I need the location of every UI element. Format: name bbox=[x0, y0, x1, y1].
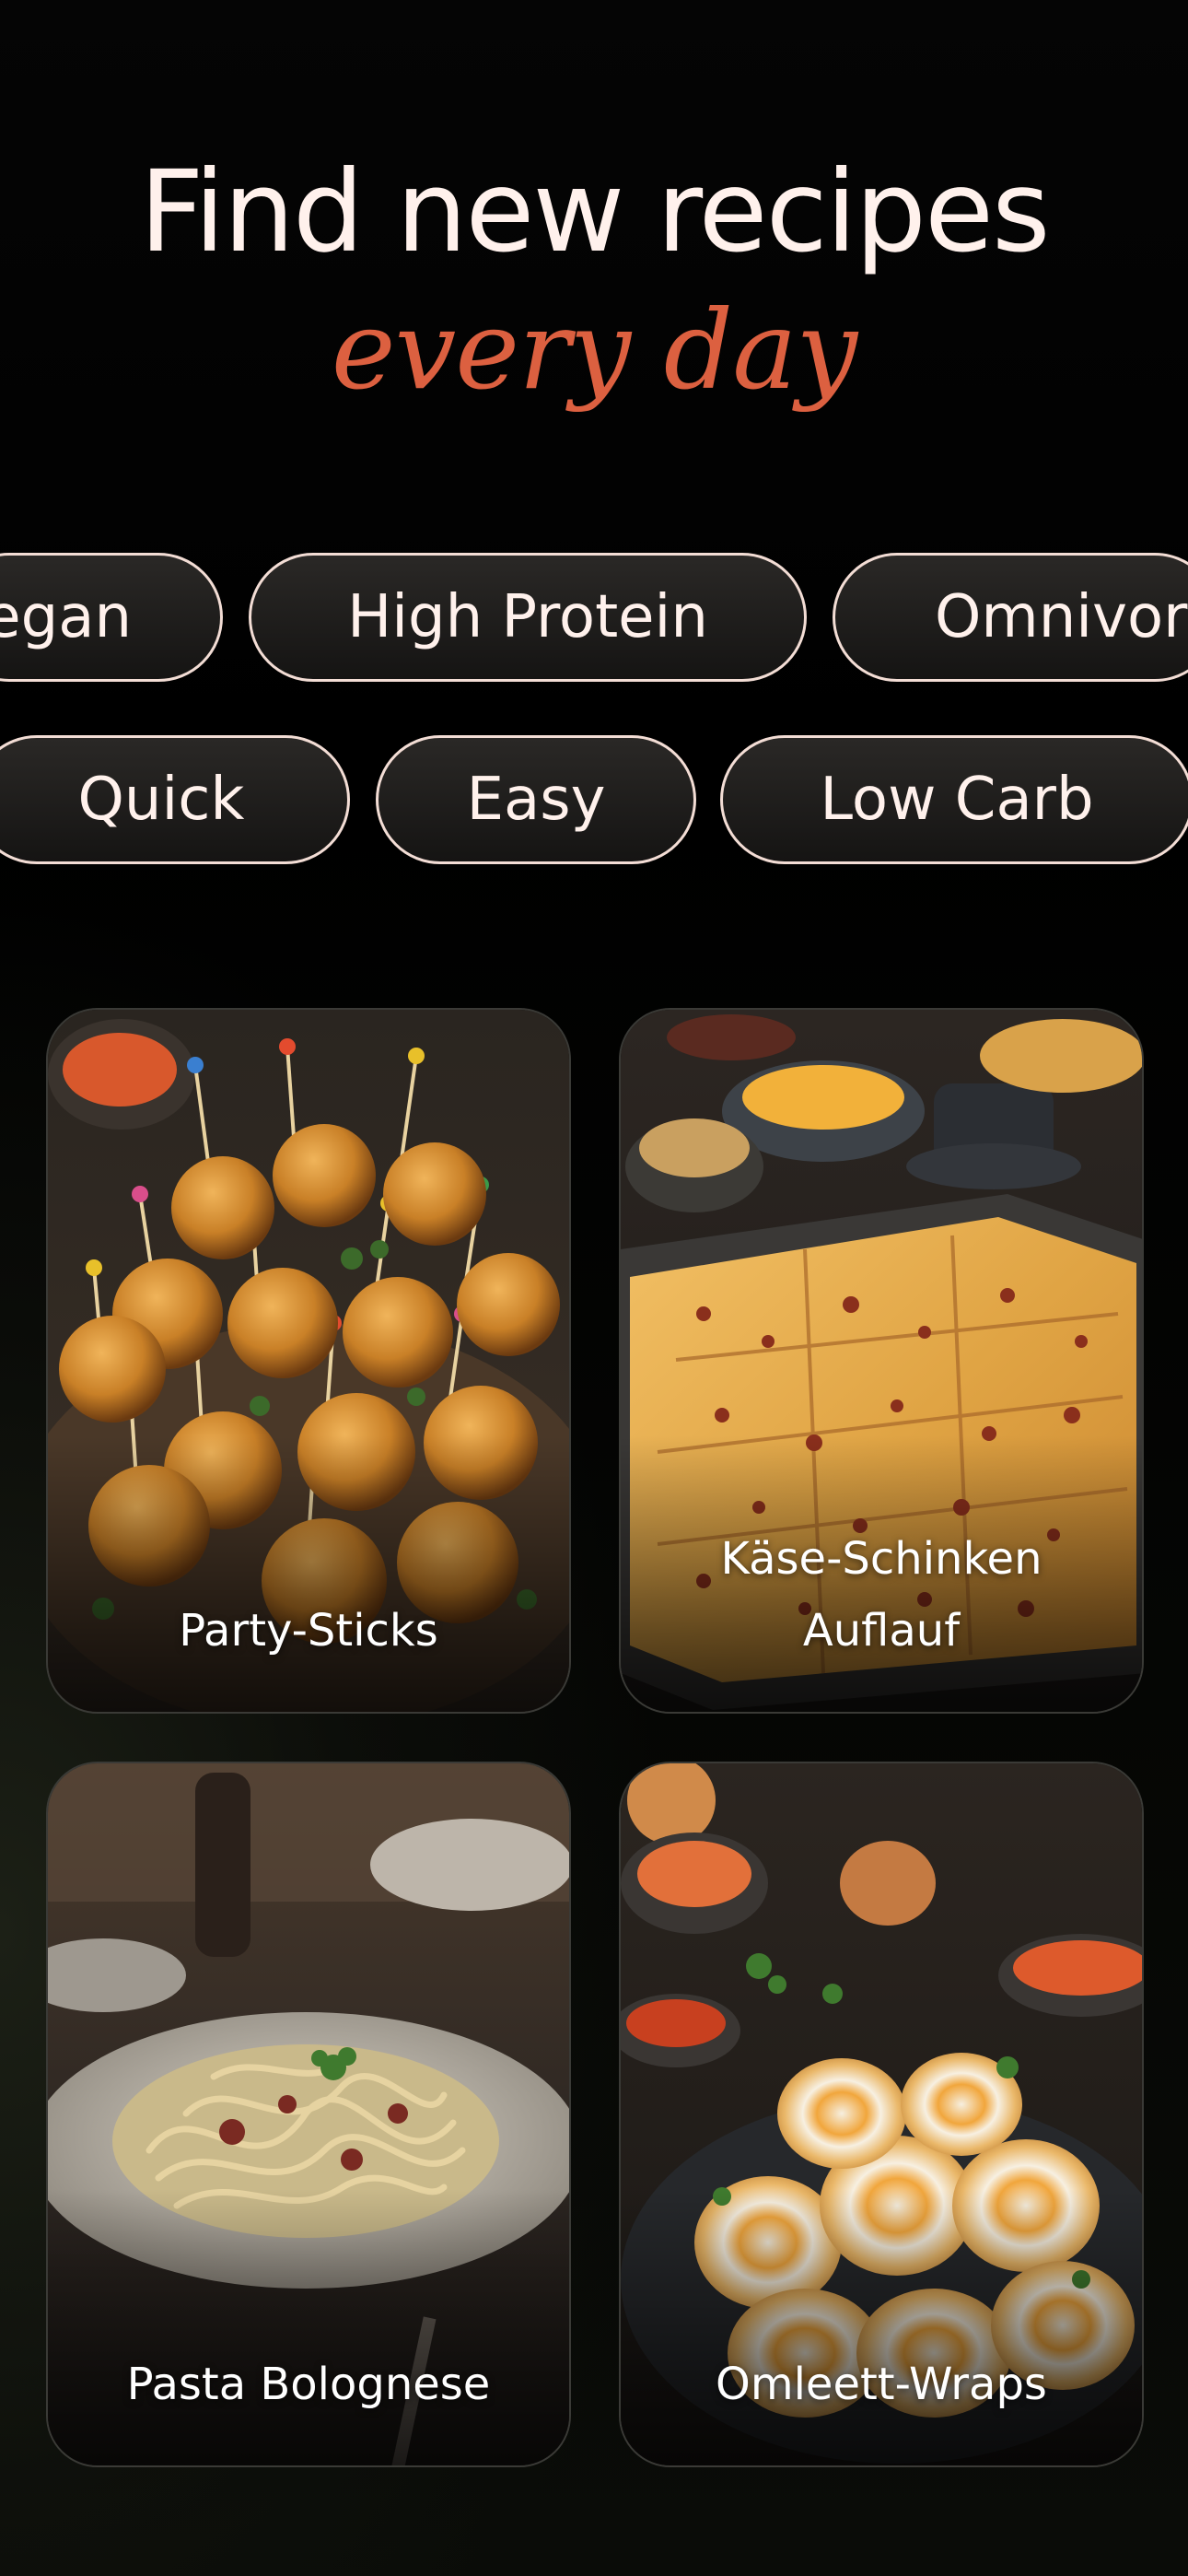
card-shade bbox=[621, 2189, 1142, 2465]
filter-chip-easy[interactable]: Easy bbox=[376, 735, 696, 864]
recipe-title: Pasta Bolognese bbox=[126, 2359, 491, 2410]
filter-chip-high-protein[interactable]: High Protein bbox=[249, 553, 807, 682]
filter-chip-vegan[interactable]: egan bbox=[0, 553, 223, 682]
page-subtitle: every day bbox=[331, 287, 857, 414]
filter-chip-low-carb[interactable]: Low Carb bbox=[720, 735, 1188, 864]
filter-chip-omnivore[interactable]: Omnivor bbox=[833, 553, 1188, 682]
filter-chip-quick[interactable]: Quick bbox=[0, 735, 350, 864]
recipe-card-party-sticks[interactable]: Party-Sticks bbox=[46, 1008, 571, 1714]
card-shade bbox=[48, 2189, 569, 2465]
recipe-card-kaese-schinken-auflauf[interactable]: Käse-Schinken Auflauf bbox=[619, 1008, 1144, 1714]
recipe-title: Party-Sticks bbox=[179, 1605, 438, 1657]
recipe-title-line1: Käse-Schinken bbox=[720, 1533, 1042, 1585]
recipe-card-omleett-wraps[interactable]: Omleett-Wraps bbox=[619, 1762, 1144, 2467]
page-title: Find new recipes bbox=[139, 146, 1050, 277]
recipe-title: Omleett-Wraps bbox=[716, 2359, 1047, 2410]
recipe-title-line2: Auflauf bbox=[802, 1605, 961, 1657]
card-shade bbox=[48, 1435, 569, 1712]
recipe-card-pasta-bolognese[interactable]: Pasta Bolognese bbox=[46, 1762, 571, 2467]
